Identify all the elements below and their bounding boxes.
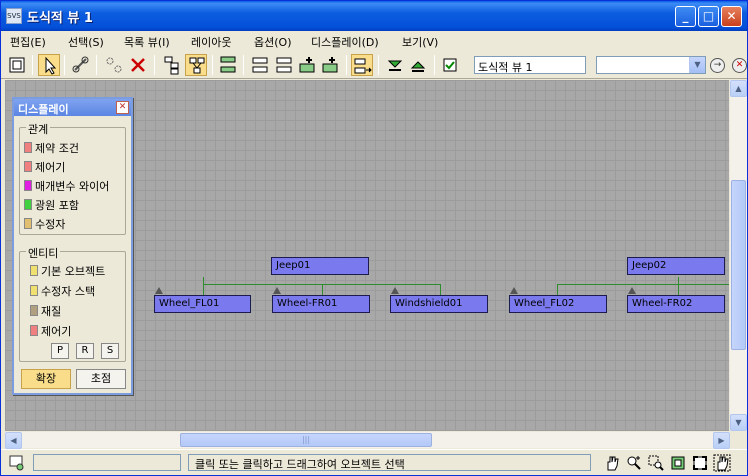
schematic-view-window: SVS 도식적 뷰 1 _ □ ✕ 편집(E) 선택(S) 목록 뷰(I) 레이… <box>0 0 748 476</box>
close-button[interactable]: ✕ <box>721 6 742 27</box>
graph-node-wheel-fr01[interactable]: Wheel-FR01 <box>272 295 370 313</box>
graph-node-wheel-fl02[interactable]: Wheel_FL02 <box>509 295 607 313</box>
scroll-right-icon[interactable]: ▶ <box>713 432 730 449</box>
maximize-button[interactable]: □ <box>698 6 719 27</box>
menu-edit[interactable]: 편집(E) <box>10 34 46 50</box>
vertical-scroll-thumb[interactable] <box>731 180 746 350</box>
zoom-extents-selected-icon[interactable] <box>669 454 687 472</box>
expand-triangle-icon[interactable] <box>391 287 399 294</box>
relations-legend: 관계 <box>26 121 51 137</box>
expand-triangle-icon[interactable] <box>628 287 636 294</box>
menu-select[interactable]: 선택(S) <box>68 34 104 50</box>
zoom-icon[interactable] <box>625 454 643 472</box>
status-message: 클릭 또는 클릭하고 드래그하여 오브젝트 선택 <box>188 454 591 471</box>
zoom-extents-icon[interactable] <box>691 454 709 472</box>
menu-options[interactable]: 옵션(O) <box>254 34 291 50</box>
entities-legend: 엔티티 <box>26 245 61 261</box>
entity-item-modifier-stack[interactable]: 수정자 스택 <box>30 283 95 299</box>
toolbar: 도식적 뷰 1 ▼ → ✕ <box>1 51 747 79</box>
pan-to-selected-icon[interactable] <box>713 454 731 472</box>
zoom-region-icon[interactable] <box>647 454 665 472</box>
relation-item-light-include[interactable]: 광원 포함 <box>24 197 79 213</box>
add-modifier-icon[interactable] <box>296 54 318 76</box>
menu-view[interactable]: 보기(V) <box>402 34 438 50</box>
close-view-icon[interactable]: ✕ <box>732 58 747 73</box>
app-icon: SVS <box>6 8 22 24</box>
relation-item-param-wires[interactable]: 매개변수 와이어 <box>24 178 109 194</box>
entity-item-base-objects[interactable]: 기본 오브젝트 <box>30 263 105 279</box>
graph-node-windshield01[interactable]: Windshield01 <box>390 295 488 313</box>
arrange-children-icon[interactable] <box>351 54 373 76</box>
hide-selected-icon[interactable] <box>384 54 406 76</box>
horizontal-scroll-thumb[interactable]: ||| <box>180 433 432 447</box>
entity-item-materials[interactable]: 재질 <box>30 303 61 319</box>
expand-button[interactable]: 확장 <box>21 369 71 389</box>
focus-button[interactable]: 초점 <box>76 369 126 389</box>
graph-node-wheel-fr02[interactable]: Wheel-FR02 <box>627 295 725 313</box>
close-icon[interactable]: ✕ <box>116 101 129 114</box>
wire <box>557 284 729 285</box>
title-bar[interactable]: SVS 도식적 뷰 1 _ □ ✕ <box>1 1 747 31</box>
graph-node-jeep02[interactable]: Jeep02 <box>627 257 725 275</box>
chevron-down-icon[interactable]: ▼ <box>689 57 705 73</box>
scroll-up-icon[interactable]: ▲ <box>730 80 747 97</box>
position-toggle[interactable]: P <box>51 343 69 359</box>
collapse-selected-icon[interactable] <box>249 54 271 76</box>
graph-node-wheel-fl01[interactable]: Wheel_FL01 <box>154 295 251 313</box>
display-panel: 디스플레이 ✕ 관계 제약 조건 제어기 매개변수 와이어 광원 포함 수정자 … <box>12 97 133 395</box>
expand-triangle-icon[interactable] <box>273 287 281 294</box>
select-icon[interactable] <box>38 54 60 76</box>
menu-bar: 편집(E) 선택(S) 목록 뷰(I) 레이아웃 옵션(O) 디스플레이(D) … <box>1 31 747 51</box>
unhide-all-icon[interactable] <box>407 54 429 76</box>
minimize-button[interactable]: _ <box>675 6 696 27</box>
status-view-icon <box>8 454 26 472</box>
unlink-selected-icon[interactable] <box>103 54 125 76</box>
menu-layout[interactable]: 레이아웃 <box>191 34 231 50</box>
expand-triangle-icon[interactable] <box>155 287 163 294</box>
previous-view-icon[interactable]: → <box>710 58 725 73</box>
status-input[interactable] <box>33 454 181 471</box>
menu-list-view[interactable]: 목록 뷰(I) <box>124 34 170 50</box>
scroll-down-icon[interactable]: ▼ <box>730 414 747 431</box>
rotation-toggle[interactable]: R <box>76 343 94 359</box>
pan-hand-icon[interactable] <box>603 454 621 472</box>
expand-triangle-icon[interactable] <box>510 287 518 294</box>
sync-selection-icon[interactable] <box>439 54 461 76</box>
hierarchy-mode-icon[interactable] <box>161 54 183 76</box>
relation-item-controllers[interactable]: 제어기 <box>24 159 65 175</box>
view-name-field[interactable]: 도식적 뷰 1 <box>474 56 586 74</box>
always-arrange-icon[interactable] <box>217 54 239 76</box>
add-controller-icon[interactable] <box>319 54 341 76</box>
status-bar: 클릭 또는 클릭하고 드래그하여 오브젝트 선택 <box>1 449 747 475</box>
delete-icon[interactable] <box>127 54 149 76</box>
window-title: 도식적 뷰 1 <box>27 11 93 26</box>
relation-item-constraints[interactable]: 제약 조건 <box>24 140 79 156</box>
relation-item-modifiers[interactable]: 수정자 <box>24 216 65 232</box>
menu-display[interactable]: 디스플레이(D) <box>311 34 379 50</box>
search-combo[interactable]: ▼ <box>596 56 706 74</box>
vertical-scrollbar[interactable]: ▲ ▼ <box>730 80 747 431</box>
scale-toggle[interactable]: S <box>101 343 119 359</box>
display-panel-title[interactable]: 디스플레이 <box>14 99 131 116</box>
connect-icon[interactable] <box>70 54 92 76</box>
horizontal-scrollbar[interactable]: ◀ ||| ▶ <box>5 432 730 449</box>
relations-group: 관계 제약 조건 제어기 매개변수 와이어 광원 포함 수정자 <box>19 121 126 235</box>
display-floater-icon[interactable] <box>6 54 28 76</box>
graph-node-jeep01[interactable]: Jeep01 <box>271 257 369 275</box>
expand-selected-icon[interactable] <box>273 54 295 76</box>
entity-item-controllers[interactable]: 제어기 <box>30 323 71 339</box>
scroll-left-icon[interactable]: ◀ <box>5 432 22 449</box>
references-mode-icon[interactable] <box>185 54 207 76</box>
